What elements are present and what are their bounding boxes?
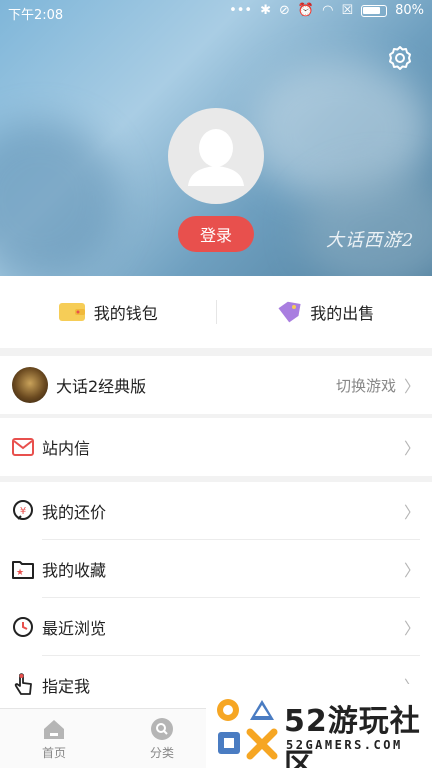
svg-text:★: ★: [16, 568, 24, 578]
chevron-right-icon: 〉: [403, 377, 420, 396]
search-category-icon: [151, 718, 173, 740]
brand-name: 52游玩社区: [284, 704, 421, 768]
tab-home-label: 首页: [41, 746, 66, 760]
game-avatar: [12, 367, 48, 403]
home-icon: [44, 720, 64, 739]
price-tag-icon: [278, 301, 301, 323]
battery-icon: [361, 4, 388, 17]
game-name: 大话2经典版: [56, 377, 147, 396]
status-time: 下午2:08: [8, 8, 64, 23]
game-logo-watermark: 大话西游2: [326, 230, 415, 251]
wallet-icon: [58, 303, 85, 321]
recent-label: 最近浏览: [42, 619, 107, 638]
settings-gear-icon[interactable]: [386, 44, 414, 72]
chevron-right-icon: 〉: [403, 439, 420, 458]
clock-icon: [12, 616, 34, 638]
game-row[interactable]: 大话2经典版 切换游戏 〉: [0, 356, 432, 414]
brand-url: 52GAMERS.COM: [286, 738, 403, 752]
tab-category-label: 分类: [149, 746, 174, 760]
favorites-row[interactable]: ★ 我的收藏 〉: [0, 540, 432, 598]
menu-list: ¥ 我的还价 〉 ★ 我的收藏 〉 最近浏览 〉 指定我 〉: [0, 482, 432, 712]
counteroffer-row[interactable]: ¥ 我的还价 〉: [0, 482, 432, 540]
status-icons: ••• ✱ ⊘ ⏰ ◠ ☒ 80%: [229, 3, 424, 18]
game-section: 大话2经典版 切换游戏 〉: [0, 356, 432, 414]
recent-row[interactable]: 最近浏览 〉: [0, 598, 432, 656]
chevron-right-icon: 〉: [403, 503, 420, 522]
switch-game-label: 切换游戏: [335, 376, 396, 395]
pointing-hand-icon: [12, 673, 34, 696]
brand-logo-icon: [217, 699, 278, 760]
dnd-icon: ⊘: [279, 3, 290, 18]
chevron-right-icon: 〉: [403, 619, 420, 638]
favorites-label: 我的收藏: [42, 561, 107, 580]
battery-level: 80%: [395, 3, 424, 18]
background-blur: [0, 120, 120, 276]
tab-category[interactable]: 分类: [132, 717, 192, 761]
inbox-row[interactable]: 站内信 〉: [0, 418, 432, 476]
inbox-section: 站内信 〉: [0, 418, 432, 476]
login-button[interactable]: 登录: [178, 216, 254, 252]
sale-label: 我的出售: [310, 304, 375, 323]
more-icon: •••: [229, 3, 253, 18]
yuan-bubble-icon: ¥: [12, 500, 34, 522]
sim-icon: ☒: [341, 3, 354, 18]
wallet-label: 我的钱包: [93, 304, 158, 323]
brand-watermark: 52游玩社区 52GAMERS.COM: [206, 684, 432, 768]
alarm-icon: ⏰: [297, 3, 315, 18]
bluetooth-icon: ✱: [260, 3, 271, 18]
svg-text:¥: ¥: [20, 506, 26, 517]
my-wallet-button[interactable]: 我的钱包: [0, 300, 216, 324]
counteroffer-label: 我的还价: [42, 503, 107, 522]
my-sales-button[interactable]: 我的出售: [217, 300, 432, 324]
envelope-icon: [12, 436, 34, 458]
status-bar: 下午2:08 ••• ✱ ⊘ ⏰ ◠ ☒ 80%: [0, 0, 432, 24]
inbox-label: 站内信: [42, 439, 91, 458]
chevron-right-icon: 〉: [403, 561, 420, 580]
wifi-icon: ◠: [322, 3, 334, 18]
profile-header: 下午2:08 ••• ✱ ⊘ ⏰ ◠ ☒ 80% 登录 大话西游2: [0, 0, 432, 276]
user-placeholder-icon: [188, 129, 244, 186]
folder-star-icon: ★: [12, 558, 34, 580]
tab-home[interactable]: 首页: [24, 717, 84, 761]
wallet-bar: 我的钱包 我的出售: [0, 276, 432, 348]
avatar[interactable]: [168, 108, 264, 204]
